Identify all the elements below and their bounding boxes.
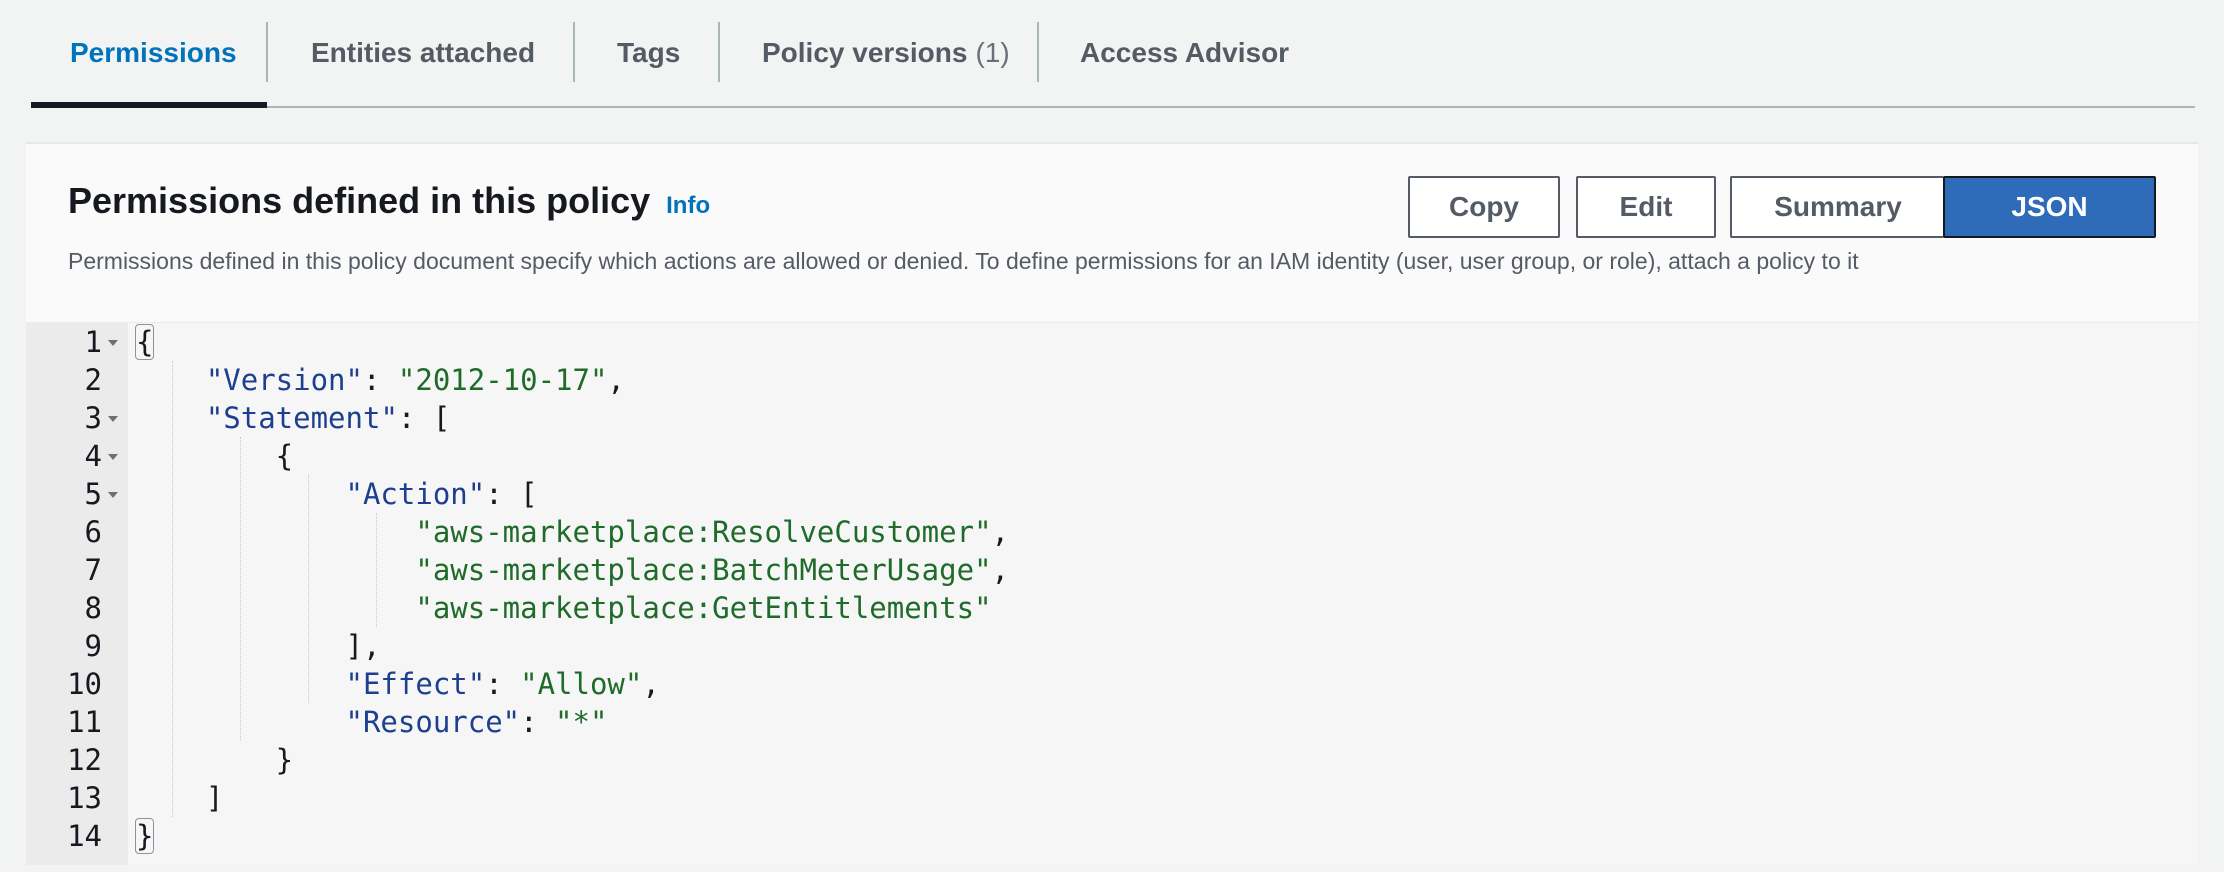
json-key: "Action" — [345, 477, 486, 511]
code-text: { — [136, 439, 294, 473]
permissions-panel: Permissions defined in this policy Info … — [26, 142, 2198, 865]
code-text: "aws-marketplace:BatchMeterUsage", — [415, 553, 1009, 587]
line-number: 14 — [67, 819, 102, 853]
fold-toggle-icon[interactable] — [108, 340, 118, 346]
json-view-button[interactable]: JSON — [1943, 176, 2156, 238]
code-line: 10 "Effect": "Allow", — [26, 665, 2198, 703]
tab-access-advisor[interactable]: Access Advisor — [1080, 0, 1289, 106]
code-text: "Statement": [ — [205, 401, 451, 435]
policy-versions-count: (1) — [975, 37, 1010, 68]
json-string: "*" — [555, 705, 608, 739]
json-key: "Resource" — [345, 705, 521, 739]
code-text: "aws-marketplace:GetEntitlements" — [136, 589, 992, 627]
code-text: "Version": "2012-10-17", — [205, 363, 625, 397]
tab-entities-attached-label: Entities attached — [311, 37, 536, 68]
info-link[interactable]: Info — [666, 192, 710, 220]
code-line: 11 "Resource": "*" — [26, 703, 2198, 741]
tab-permissions[interactable]: Permissions — [70, 0, 237, 106]
json-key: "Version" — [205, 363, 363, 397]
fold-toggle-icon[interactable] — [108, 454, 118, 460]
panel-title: Permissions defined in this policy — [68, 180, 651, 221]
tab-policy-versions[interactable]: Policy versions (1) — [762, 0, 1010, 106]
code-line: 9 ], — [26, 627, 2198, 665]
code-text: } — [136, 743, 294, 777]
code-line: 13 ] — [26, 779, 2198, 817]
panel-header: Permissions defined in this policy Info — [68, 180, 710, 222]
line-number: 9 — [84, 629, 102, 663]
active-tab-indicator — [31, 102, 267, 108]
code-line: 2 "Version": "2012-10-17", — [26, 361, 2198, 399]
json-string: "aws-marketplace:BatchMeterUsage" — [415, 553, 992, 587]
tab-tags-label: Tags — [617, 37, 681, 68]
code-line: 5 "Action": [ — [26, 475, 2198, 513]
line-number: 2 — [84, 363, 102, 397]
fold-toggle-icon[interactable] — [108, 416, 118, 422]
code-line: 14 } — [26, 817, 2198, 855]
line-number: 12 — [67, 743, 102, 777]
code-text: "Resource": "*" — [345, 705, 608, 739]
code-line: 1 { — [26, 323, 2198, 361]
code-line: 3 "Statement": [ — [26, 399, 2198, 437]
edit-button[interactable]: Edit — [1576, 176, 1716, 238]
code-line: 12 } — [26, 741, 2198, 779]
tab-access-advisor-label: Access Advisor — [1080, 37, 1290, 68]
tab-policy-versions-label: Policy versions — [762, 37, 968, 68]
code-text: "aws-marketplace:ResolveCustomer", — [415, 515, 1009, 549]
code-text: } — [134, 817, 155, 855]
json-string: "Allow" — [520, 667, 643, 701]
json-key: "Effect" — [345, 667, 486, 701]
line-number: 7 — [84, 553, 102, 587]
tab-entities-attached[interactable]: Entities attached — [311, 0, 535, 106]
fold-toggle-icon[interactable] — [108, 492, 118, 498]
code-line: 4 { — [26, 437, 2198, 475]
edit-button-label: Edit — [1619, 191, 1673, 222]
copy-button[interactable]: Copy — [1408, 176, 1560, 238]
line-number: 11 — [67, 705, 102, 739]
code-text: { — [134, 323, 155, 361]
json-view-button-label: JSON — [2011, 191, 2088, 222]
panel-description: Permissions defined in this policy docum… — [68, 248, 1859, 274]
code-text: "Action": [ — [345, 477, 538, 511]
json-string: "2012-10-17" — [397, 363, 608, 397]
line-number: 13 — [67, 781, 102, 815]
json-string: "aws-marketplace:ResolveCustomer" — [415, 515, 992, 549]
code-line: 8 "aws-marketplace:GetEntitlements" — [26, 589, 2198, 627]
copy-button-label: Copy — [1449, 191, 1519, 222]
tab-permissions-label: Permissions — [70, 37, 237, 68]
tab-divider — [573, 22, 575, 82]
json-key: "Statement" — [205, 401, 398, 435]
line-number: 8 — [84, 591, 102, 625]
code-text: ] — [136, 781, 224, 815]
tab-divider — [266, 22, 268, 82]
line-number: 6 — [84, 515, 102, 549]
tab-divider — [1037, 22, 1039, 82]
code-line: 6 "aws-marketplace:ResolveCustomer", — [26, 513, 2198, 551]
tab-tags[interactable]: Tags — [617, 0, 680, 106]
line-number: 1 — [84, 325, 102, 359]
line-number: 5 — [84, 477, 102, 511]
line-number: 10 — [67, 667, 102, 701]
json-policy-editor[interactable]: 1 { 2 "Version": "2012-10-17", 3 "Statem… — [26, 322, 2198, 865]
summary-view-button[interactable]: Summary — [1730, 176, 1944, 238]
summary-view-button-label: Summary — [1774, 191, 1902, 222]
code-text: ], — [136, 629, 381, 663]
line-number: 4 — [84, 439, 102, 473]
line-number: 3 — [84, 401, 102, 435]
matched-brace: } — [134, 818, 155, 854]
code-text: "Effect": "Allow", — [345, 667, 660, 701]
json-string: "aws-marketplace:GetEntitlements" — [415, 591, 992, 625]
tab-divider — [718, 22, 720, 82]
matched-brace: { — [134, 324, 155, 360]
code-line: 7 "aws-marketplace:BatchMeterUsage", — [26, 551, 2198, 589]
